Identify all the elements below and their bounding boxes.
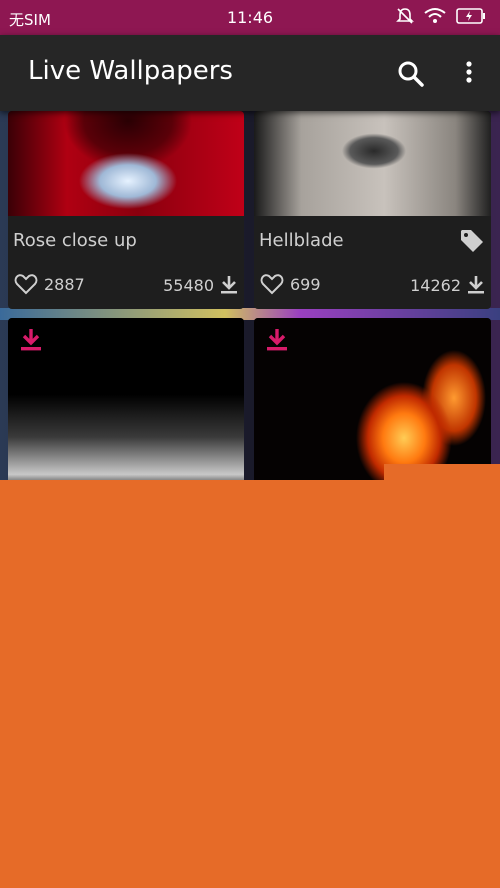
download-count: 14262: [410, 275, 461, 295]
heart-icon: [14, 274, 38, 295]
download-icon[interactable]: [266, 328, 288, 356]
wifi-icon: [424, 7, 446, 29]
status-bar: 无SIM 11:46: [0, 0, 500, 35]
like-button[interactable]: 699: [260, 273, 321, 295]
wallpaper-thumbnail[interactable]: [254, 318, 491, 488]
wallpaper-title: Hellblade: [259, 230, 344, 251]
download-icon: [468, 276, 484, 294]
more-vert-icon[interactable]: [460, 59, 478, 89]
wallpaper-card[interactable]: Rose close up 2887 55480: [8, 111, 244, 309]
download-icon[interactable]: [20, 328, 42, 356]
download-icon: [221, 276, 237, 294]
wallpaper-thumbnail[interactable]: [254, 111, 491, 216]
like-count: 699: [290, 274, 321, 294]
search-icon[interactable]: [396, 59, 426, 89]
download-count: 55480: [163, 275, 214, 295]
page-title: Live Wallpapers: [28, 56, 233, 86]
wallpaper-title: Rose close up: [13, 230, 137, 251]
wallpaper-thumbnail[interactable]: [8, 318, 244, 488]
tag-icon: [459, 228, 485, 258]
wallpaper-card[interactable]: [8, 318, 244, 488]
download-count-group: 55480: [163, 275, 238, 295]
like-count: 2887: [44, 274, 85, 294]
wallpaper-card[interactable]: Hellblade 699 14262: [254, 111, 491, 309]
heart-icon: [260, 274, 284, 295]
app-bar: Live Wallpapers: [0, 35, 500, 111]
wallpaper-thumbnail[interactable]: [8, 111, 244, 216]
battery-charging-icon: [456, 8, 486, 28]
bell-mute-icon: [396, 7, 414, 29]
download-count-group: 14262: [410, 275, 485, 295]
like-button[interactable]: 2887: [14, 273, 85, 295]
wallpaper-card[interactable]: [254, 318, 491, 488]
overlay-block: [0, 480, 500, 888]
